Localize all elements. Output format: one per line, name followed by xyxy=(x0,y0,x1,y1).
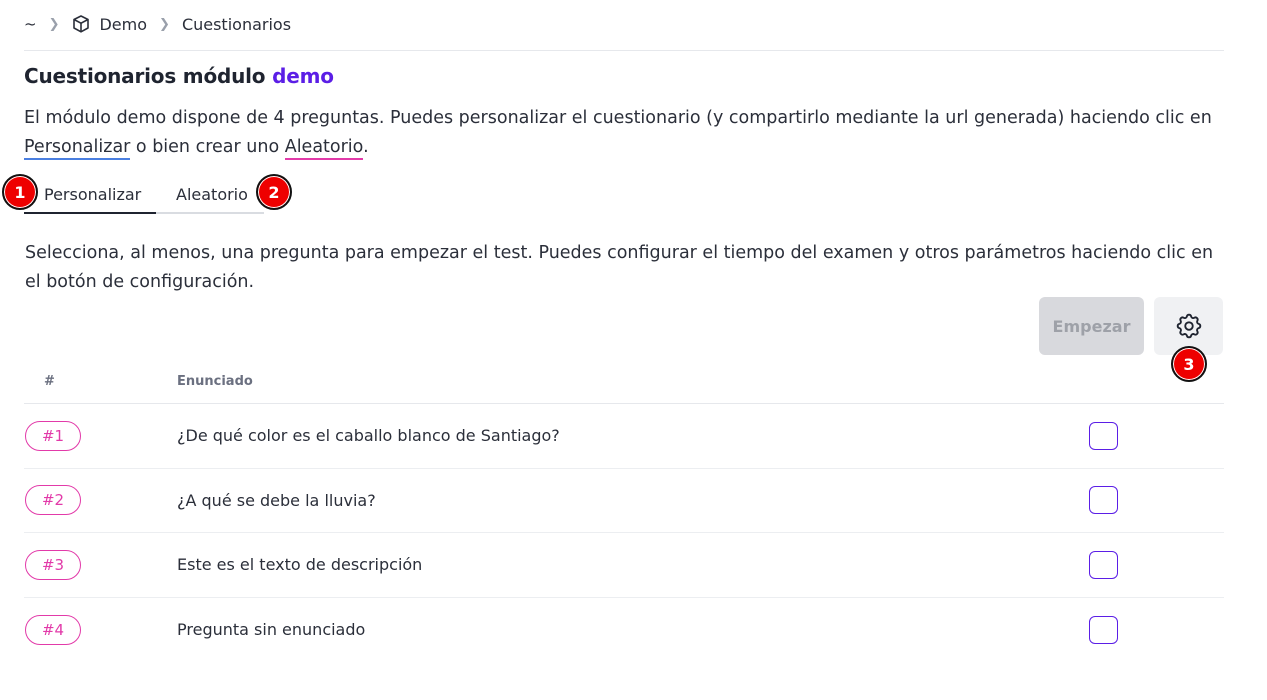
column-header-number: # xyxy=(44,374,55,389)
question-checkbox[interactable] xyxy=(1089,550,1118,579)
table-header: # Enunciado xyxy=(24,360,1224,404)
question-text: Este es el texto de descripción xyxy=(177,555,423,575)
intro-text: El módulo demo dispone de 4 preguntas. P… xyxy=(24,104,1234,162)
breadcrumb-item-cuestionarios[interactable]: Cuestionarios xyxy=(182,15,291,34)
question-id-badge[interactable]: #1 xyxy=(25,420,81,451)
question-id-badge[interactable]: #2 xyxy=(25,485,81,516)
question-checkbox[interactable] xyxy=(1089,421,1118,450)
intro-text-part: . xyxy=(363,137,369,157)
divider xyxy=(24,50,1224,51)
chevron-right-icon: ❯ xyxy=(48,16,60,32)
question-checkbox[interactable] xyxy=(1089,615,1118,644)
intro-text-part: El módulo demo dispone de 4 preguntas. P… xyxy=(24,108,1212,128)
gear-icon xyxy=(1174,311,1204,341)
question-text: ¿A qué se debe la lluvia? xyxy=(177,490,376,510)
start-button[interactable]: Empezar xyxy=(1039,297,1144,355)
breadcrumb: ~ ❯ Demo ❯ Cuestionarios xyxy=(24,12,291,36)
cube-icon xyxy=(71,14,91,34)
page-title-prefix: Cuestionarios módulo xyxy=(24,64,273,88)
question-checkbox[interactable] xyxy=(1089,486,1118,515)
questions-table: # Enunciado #1 ¿De qué color es el cabal… xyxy=(24,360,1224,662)
personalizar-link[interactable]: Personalizar xyxy=(24,137,131,160)
breadcrumb-item-demo[interactable]: Demo xyxy=(99,15,147,34)
table-row: #3 Este es el texto de descripción xyxy=(24,533,1224,598)
annotation-marker-1: 1 xyxy=(2,174,38,210)
tab-bar: Personalizar Aleatorio xyxy=(24,176,264,214)
annotation-marker-2: 2 xyxy=(256,174,292,210)
question-text: Pregunta sin enunciado xyxy=(177,620,366,640)
chevron-right-icon: ❯ xyxy=(159,16,170,32)
column-header-enunciado: Enunciado xyxy=(177,374,253,389)
tab-aleatorio[interactable]: Aleatorio xyxy=(156,176,264,214)
question-text: ¿De qué color es el caballo blanco de Sa… xyxy=(177,426,560,446)
table-row: #4 Pregunta sin enunciado xyxy=(24,598,1224,663)
table-row: #2 ¿A qué se debe la lluvia? xyxy=(24,469,1224,533)
table-row: #1 ¿De qué color es el caballo blanco de… xyxy=(24,404,1224,469)
question-id-badge[interactable]: #3 xyxy=(25,549,81,580)
page-title-module: demo xyxy=(272,64,334,88)
aleatorio-link[interactable]: Aleatorio xyxy=(284,137,364,160)
intro-text-part: o bien crear uno xyxy=(130,137,285,157)
instructions-text: Selecciona, al menos, una pregunta para … xyxy=(25,243,1214,292)
question-id-badge[interactable]: #4 xyxy=(25,614,81,645)
breadcrumb-home[interactable]: ~ xyxy=(24,15,37,33)
page-title: Cuestionarios módulo demo xyxy=(24,64,334,88)
tab-personalizar[interactable]: Personalizar xyxy=(24,176,156,214)
